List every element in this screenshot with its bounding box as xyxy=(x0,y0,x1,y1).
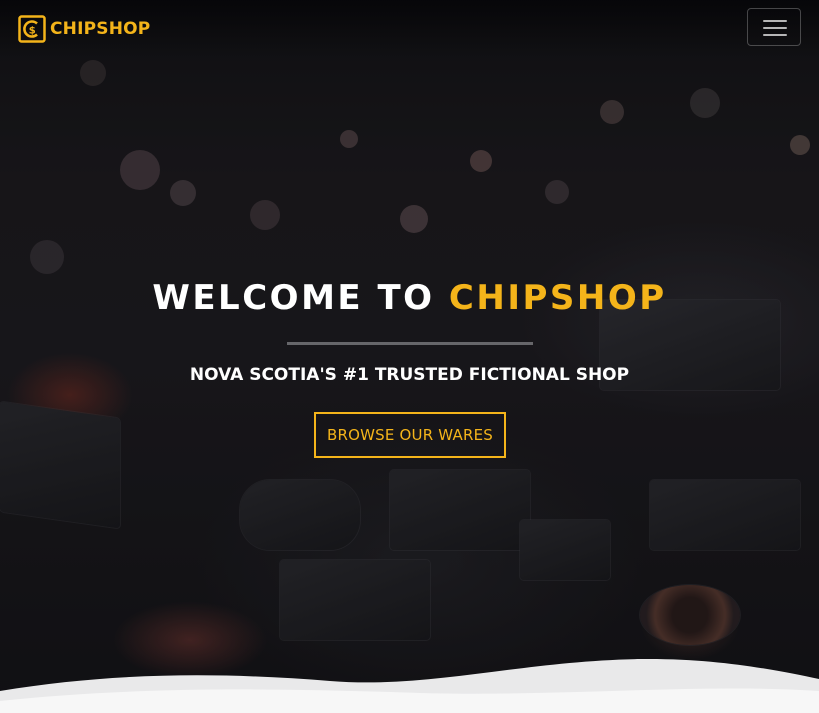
chipshop-logo-icon: $ xyxy=(18,15,46,43)
hero-section: $ CHIPSHOP WELCOME TO CHIPSHOP NOVA SCOT… xyxy=(0,0,819,713)
browse-wares-button[interactable]: BROWSE OUR WARES xyxy=(314,412,506,458)
brand-link[interactable]: $ CHIPSHOP xyxy=(18,15,150,43)
hero-headline: WELCOME TO CHIPSHOP xyxy=(0,277,819,319)
navbar-toggle-button[interactable] xyxy=(747,8,801,46)
headline-prefix: WELCOME TO xyxy=(152,278,435,318)
navbar: $ CHIPSHOP xyxy=(0,0,819,58)
brand-name: CHIPSHOP xyxy=(50,19,151,39)
background-overlay xyxy=(0,0,819,713)
hero-subheading: NOVA SCOTIA'S #1 TRUSTED FICTIONAL SHOP xyxy=(189,365,630,385)
hero-divider xyxy=(287,342,533,345)
bottom-wave-divider xyxy=(0,658,819,713)
svg-text:$: $ xyxy=(29,26,36,37)
headline-accent: CHIPSHOP xyxy=(448,278,667,318)
